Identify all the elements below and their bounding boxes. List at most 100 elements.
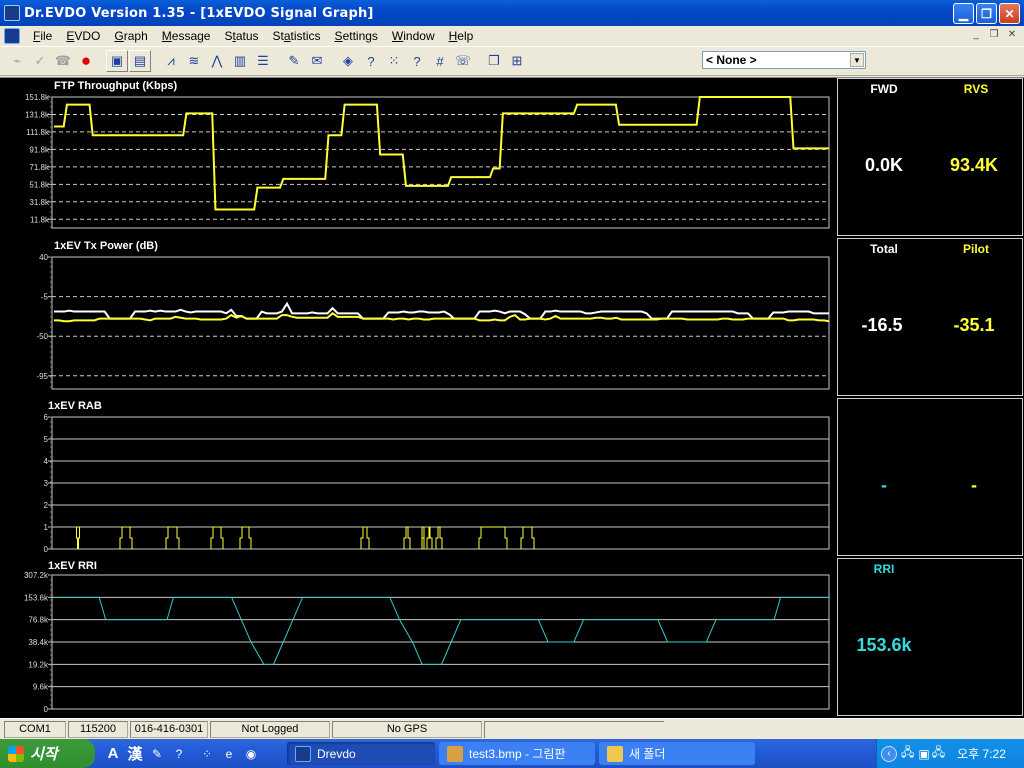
- graph-2-button[interactable]: ≋: [183, 50, 205, 72]
- menu-help[interactable]: Help: [442, 29, 481, 43]
- status-2-button[interactable]: ?: [360, 50, 382, 72]
- close-button[interactable]: ✕: [999, 3, 1020, 24]
- save-log-button[interactable]: ▣: [106, 50, 128, 72]
- rvs-label: RVS: [963, 82, 989, 96]
- bar-graph-icon: ▥: [233, 53, 247, 68]
- save-file-button[interactable]: ▤: [129, 50, 151, 72]
- minimize-icon: ▁: [958, 6, 969, 21]
- status-3-icon: ⁙: [388, 53, 400, 68]
- baud-status: 115200: [68, 720, 128, 738]
- message-2-button[interactable]: ✉: [306, 50, 328, 72]
- fwd-value: 0.0K: [864, 155, 904, 175]
- list-graph-button[interactable]: ☰: [252, 50, 274, 72]
- mdi-restore-button[interactable]: ❐: [986, 28, 1002, 42]
- y-tick-label: 5: [44, 435, 49, 444]
- app-icon[interactable]: [4, 5, 20, 21]
- y-tick-label: 9.6k: [33, 683, 49, 692]
- start-button[interactable]: 시작: [0, 739, 95, 768]
- connect-icon: ⌁: [13, 53, 21, 68]
- y-tick-label: 0: [44, 545, 49, 554]
- cascade-button[interactable]: ❐: [483, 50, 505, 72]
- y-tick-label: 151.8k: [25, 93, 50, 102]
- menu-file[interactable]: File: [26, 29, 59, 43]
- status-5-button[interactable]: #: [429, 50, 451, 72]
- rri-line: [54, 596, 829, 665]
- pilot-value: -35.1: [953, 315, 995, 335]
- y-tick-label: 153.6k: [24, 593, 49, 602]
- rab-pulse: [426, 526, 433, 549]
- status-5-icon: #: [436, 53, 444, 69]
- hanja-icon[interactable]: 漢: [127, 746, 143, 763]
- rab-chart: 6 5 4 3 2 1 0: [44, 413, 830, 554]
- internet-explorer-icon[interactable]: e: [221, 746, 237, 762]
- task-drevdo[interactable]: Drevdo: [287, 742, 435, 765]
- media-icon[interactable]: ◉: [243, 746, 259, 762]
- network-icon[interactable]: ⁘: [199, 746, 215, 762]
- menu-window[interactable]: Window: [385, 29, 442, 43]
- tx-power-readout: Total Pilot -16.5 -35.1: [837, 238, 1023, 396]
- drevdo-task-icon: [295, 745, 311, 762]
- list-graph-icon: ☰: [257, 53, 269, 68]
- menu-message[interactable]: Message: [155, 29, 218, 43]
- mdi-close-button[interactable]: ✕: [1004, 28, 1020, 42]
- logging-status: Not Logged: [210, 720, 330, 738]
- menu-evdo[interactable]: EVDO: [59, 29, 107, 43]
- plot-frame: [51, 96, 830, 229]
- menu-statistics[interactable]: Statistics: [266, 29, 328, 43]
- dialer-button[interactable]: ☏: [452, 50, 474, 72]
- check-button: ✓: [29, 50, 51, 72]
- status-1-button[interactable]: ◈: [337, 50, 359, 72]
- record-icon: ●: [80, 51, 92, 70]
- windows-logo-icon: [8, 745, 24, 762]
- tx-power-graph: 1xEV Tx Power (dB) 40 -5 -50 -95: [0, 238, 836, 398]
- network-tray-icon[interactable]: 🖧: [901, 743, 914, 764]
- rab-readout: - -: [837, 398, 1023, 556]
- pilot-label: Pilot: [963, 242, 989, 256]
- show-hidden-icons-button[interactable]: ‹: [881, 745, 897, 762]
- status-4-button[interactable]: ?: [406, 50, 428, 72]
- system-tray: ‹ 🖧 ▣ 🖧 오후 7:22: [876, 739, 1024, 768]
- y-tick-label: 3: [44, 479, 49, 488]
- clock[interactable]: 오후 7:22: [957, 745, 1006, 762]
- rab-pulse: [76, 526, 80, 549]
- title-bar[interactable]: Dr.EVDO Version 1.35 - [1xEVDO Signal Gr…: [0, 0, 1024, 26]
- rri-value: 153.6k: [856, 635, 912, 655]
- task-paint[interactable]: test3.bmp - 그림판: [439, 742, 595, 765]
- menu-settings[interactable]: Settings: [328, 29, 385, 43]
- menu-status[interactable]: Status: [217, 29, 265, 43]
- rab-pulse: [403, 526, 411, 549]
- document-icon[interactable]: [4, 28, 20, 44]
- throughput-readout: FWD RVS 0.0K 93.4K: [837, 78, 1023, 236]
- paint-icon[interactable]: ✎: [149, 746, 165, 762]
- graph-3-icon: ⋀: [211, 53, 223, 68]
- task-folder[interactable]: 새 폴더: [599, 742, 755, 765]
- graph-1-button[interactable]: ⩘: [160, 50, 182, 72]
- tile-button[interactable]: ⊞: [506, 50, 528, 72]
- status-3-button[interactable]: ⁙: [383, 50, 405, 72]
- minimize-button[interactable]: ▁: [953, 3, 974, 24]
- network2-tray-icon[interactable]: 🖧: [932, 743, 945, 764]
- device-select[interactable]: < None > ▼: [702, 51, 866, 69]
- bar-graph-button[interactable]: ▥: [229, 50, 251, 72]
- ftp-throughput-chart: 151.8k 131.8k 111.8k 91.8k 71.8k 51.8k 31.8k 11…: [25, 93, 830, 229]
- rvs-value: 93.4K: [949, 155, 999, 175]
- ime-mode-icon[interactable]: A: [105, 745, 121, 762]
- display-tray-icon[interactable]: ▣: [918, 747, 929, 761]
- rab-pulse: [239, 526, 252, 549]
- window-title: Dr.EVDO Version 1.35 - [1xEVDO Signal Gr…: [24, 5, 374, 21]
- record-button[interactable]: ●: [75, 50, 97, 72]
- menu-graph[interactable]: Graph: [107, 29, 154, 43]
- connect-button: ⌁: [6, 50, 28, 72]
- rab-pulse: [165, 526, 180, 549]
- rri-graph: 1xEV RRI 307.2k 153.6k 76.8k 38.4k 19.2k 9.6k…: [0, 558, 836, 718]
- rab-graph: 1xEV RAB 6543210: [0, 398, 836, 558]
- graph-3-button[interactable]: ⋀: [206, 50, 228, 72]
- task-label: test3.bmp - 그림판: [469, 747, 566, 761]
- restore-button[interactable]: ❐: [976, 3, 997, 24]
- mdi-minimize-button[interactable]: _: [968, 28, 984, 42]
- quick-launch: A 漢 ✎ ? ⁘ e ◉: [105, 745, 259, 763]
- help-icon[interactable]: ?: [171, 746, 187, 762]
- chevron-down-icon[interactable]: ▼: [850, 53, 864, 67]
- y-tick-label: 131.8k: [25, 110, 50, 119]
- message-1-button[interactable]: ✎: [283, 50, 305, 72]
